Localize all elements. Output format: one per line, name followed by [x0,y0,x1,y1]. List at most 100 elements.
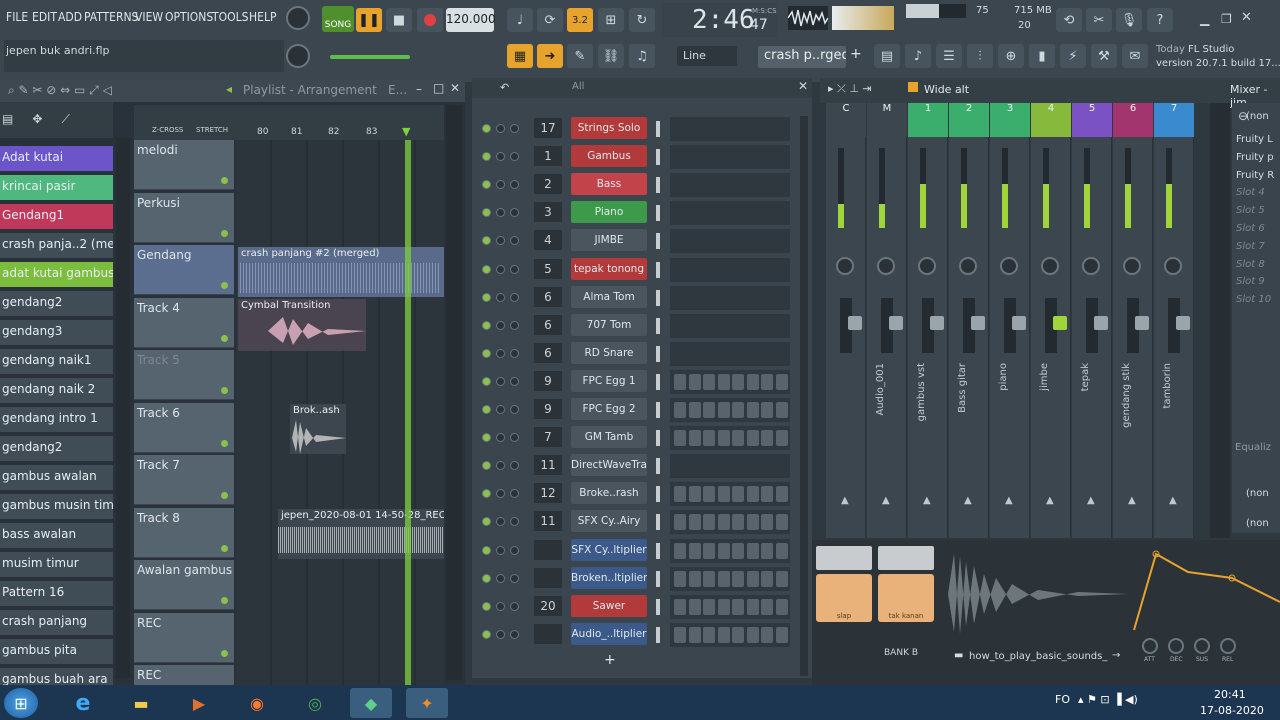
channel-select-bar[interactable] [656,177,660,194]
mixer-strip-header[interactable]: 5 [1072,103,1112,137]
channel-volume-knob[interactable] [510,405,519,414]
metronome-icon[interactable]: ♩ [507,8,533,32]
track-enable-led[interactable] [221,439,228,447]
mixer-strip-header[interactable]: 4 [1031,103,1071,137]
mixer-volume-fader[interactable] [1127,298,1149,353]
channel-pan-knob[interactable] [496,573,505,583]
step-pad[interactable] [688,373,701,390]
mixer-strip-header[interactable]: 1 [908,103,948,137]
step-pad[interactable] [775,542,788,559]
clip-cymbal-transition[interactable]: Cymbal Transition [238,299,366,351]
insert-slot[interactable]: Fruity L [1236,134,1280,151]
mixer-strip[interactable]: 2 Bass gitar ▲ [949,103,989,538]
channel-select-bar[interactable] [656,402,660,418]
channel-select-bar[interactable] [656,205,660,222]
arrow-right-icon[interactable]: ➜ [537,44,563,68]
track-enable-led[interactable] [221,387,228,394]
clock-date[interactable]: 17-08-2020 [1200,704,1264,717]
channel-mute-led[interactable] [482,208,491,218]
pattern-item[interactable]: krincai pasir [0,175,113,201]
playlist-window-icon[interactable]: ▤ [874,44,900,68]
channel-name-button[interactable]: Sawer [571,594,647,617]
song-mode-button[interactable]: SONG [322,6,354,32]
step-pad[interactable] [775,373,788,390]
channel-step-sequencer[interactable] [670,510,790,535]
mixer-icon[interactable]: ⫶ [967,44,993,68]
mixer-pan-knob[interactable] [1164,257,1182,275]
step-pad[interactable] [703,430,715,447]
tempo-display[interactable]: 120.000 [446,8,496,32]
insert-slot[interactable]: Slot 9 [1236,276,1280,293]
channel-step-sequencer[interactable] [670,341,790,366]
mixer-strip[interactable]: 6 gendang stik ▲ [1113,103,1153,538]
drum-pad-tak-kanan[interactable]: tak kanan [878,574,934,622]
channel-name-button[interactable]: Audio_..ltiplier [571,622,647,645]
bank-label[interactable]: BANK B [884,648,918,658]
mixer-strip[interactable]: 7 tamborin ▲ [1154,103,1194,538]
ie-icon[interactable]: e [62,688,104,718]
route-arrow-icon[interactable]: ▲ [1005,495,1013,506]
step-pad[interactable] [775,598,788,615]
channel-select-bar[interactable] [656,598,660,615]
channel-select-bar[interactable] [656,514,660,531]
channel-mute-led[interactable] [482,433,491,443]
step-pad[interactable] [674,486,686,503]
route-arrow-icon[interactable]: ▲ [1169,495,1177,506]
channel-volume-knob[interactable] [510,152,519,162]
plug-icon[interactable]: ⚡ [1060,44,1086,68]
blend-notes-icon[interactable]: ⊞ [598,8,624,32]
channel-name-button[interactable]: 707 Tom [571,313,647,336]
maximize-icon[interactable]: ❐ [1221,12,1235,26]
track-enable-led[interactable] [221,649,228,657]
route-arrow-icon[interactable]: ▲ [882,495,890,506]
step-pad[interactable] [746,402,759,418]
channel-volume-knob[interactable] [510,461,519,471]
step-pad[interactable] [688,626,701,643]
channel-volume-knob[interactable] [510,320,519,330]
channel-mute-led[interactable] [482,264,491,274]
channel-mixer-track[interactable]: 9 [534,399,562,419]
channel-select-bar[interactable] [656,430,660,447]
step-pad[interactable] [674,570,686,587]
playlist-tools-icon[interactable]: ⌕ ✎ ✂ ⊘ ⇔ ▭ ⤢ ◁ [8,83,112,98]
step-pad[interactable] [717,514,730,531]
mixer-strip-header[interactable]: 2 [949,103,989,137]
channel-step-sequencer[interactable] [670,145,790,170]
track-enable-led[interactable] [221,229,228,237]
decay-knob[interactable] [1168,638,1184,654]
channel-volume-knob[interactable] [510,180,519,190]
channel-step-sequencer[interactable] [670,201,790,226]
fader-handle[interactable] [1053,316,1067,330]
pattern-item[interactable]: gendang naik 2 [0,378,113,404]
insert-slot[interactable]: Fruity R [1236,170,1280,187]
mixer-scrollbar[interactable] [1210,103,1230,538]
rack-close-icon[interactable]: ✕ [798,79,808,93]
channel-step-sequencer[interactable] [670,285,790,310]
playlist-close-icon[interactable]: ✕ [450,81,460,95]
channel-name-button[interactable]: Gambus [571,145,647,168]
step-pad[interactable] [746,430,759,447]
help-icon[interactable]: ? [1147,8,1173,32]
wait-input-icon[interactable]: ⟳ [537,8,563,32]
step-pad[interactable] [761,570,773,587]
snap-selector[interactable]: Line [677,46,737,66]
add-channel-button[interactable]: + [604,652,616,668]
step-pad[interactable] [775,570,788,587]
channel-mute-led[interactable] [482,236,491,246]
pattern-selector[interactable]: crash p..rged) [758,46,846,68]
route-arrow-icon[interactable]: ▲ [964,495,972,506]
channel-step-sequencer[interactable] [670,117,790,141]
mixer-strip-header[interactable]: C [826,103,866,137]
channel-pan-knob[interactable] [496,405,505,414]
channel-volume-knob[interactable] [510,545,519,555]
browser-file[interactable]: how_to_play_basic_sounds_ [969,651,1107,662]
pattern-item[interactable]: gendang2 [0,436,113,462]
master-pitch-knob[interactable] [286,44,310,68]
step-pad[interactable] [746,570,759,587]
step-pad[interactable] [732,486,744,503]
step-pad[interactable] [703,542,715,559]
attack-knob[interactable] [1142,638,1158,654]
mixer-pan-knob[interactable] [918,257,936,275]
channel-pan-knob[interactable] [496,264,505,274]
channel-volume-knob[interactable] [510,348,519,358]
